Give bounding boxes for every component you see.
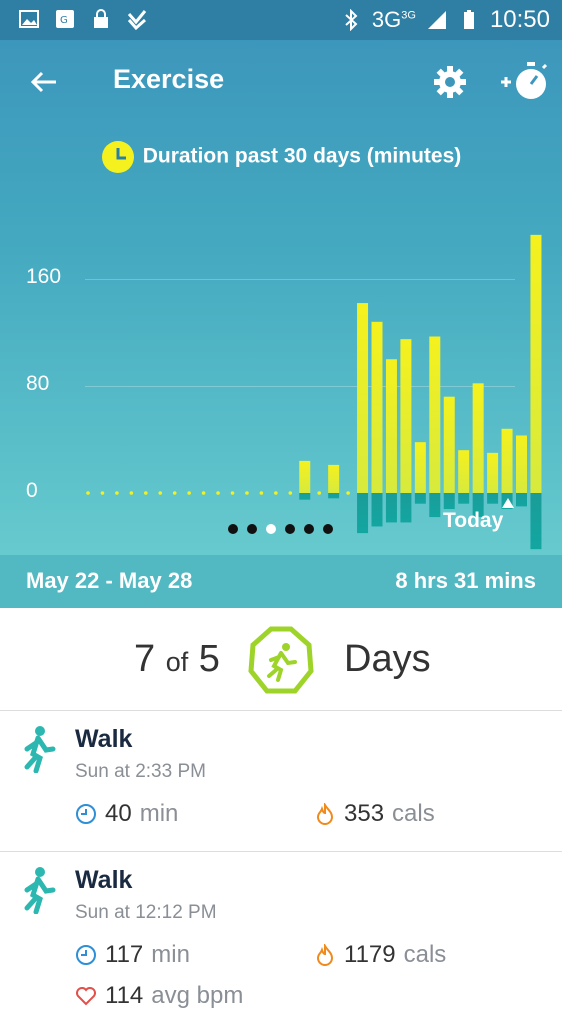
exercise-entry[interactable]: Walk Sun at 12:12 PM 117 min 1179 cals 114… <box>0 852 562 1009</box>
flame-icon <box>316 944 334 966</box>
date-range-bar: May 22 - May 28 8 hrs 31 mins <box>0 555 562 608</box>
zero-marker <box>187 491 191 495</box>
bar-duration <box>400 339 412 493</box>
bar-secondary <box>516 493 527 507</box>
exercise-time: Sun at 2:33 PM <box>75 761 206 782</box>
zero-marker <box>288 491 293 495</box>
bar-secondary <box>357 493 369 534</box>
bar-secondary <box>487 493 499 504</box>
bar-duration <box>371 321 383 493</box>
calories-metric: 1179 cals <box>314 941 446 969</box>
zero-marker <box>115 491 119 495</box>
goal-summary: 7 of 5 Days <box>0 608 562 711</box>
pager-dot[interactable] <box>266 524 276 534</box>
zero-marker <box>100 491 105 495</box>
exercise-name: Walk <box>75 725 133 753</box>
chart-pager[interactable] <box>228 524 333 534</box>
bar-secondary <box>530 493 542 550</box>
bar-duration <box>458 450 470 493</box>
bar-duration <box>429 336 441 493</box>
exercise-time: Sun at 12:12 PM <box>75 902 217 923</box>
zero-marker <box>245 491 249 495</box>
pager-dot[interactable] <box>228 524 238 534</box>
zero-marker <box>129 491 134 495</box>
total-duration: 8 hrs 31 mins <box>395 568 536 593</box>
duration-metric: 40 min <box>75 800 178 828</box>
date-range: May 22 - May 28 <box>26 568 193 593</box>
clock-icon <box>76 945 96 965</box>
heart-rate-metric: 114 avg bpm <box>75 982 243 1010</box>
flame-icon <box>316 803 334 825</box>
walk-icon <box>24 726 56 773</box>
exercise-goal-badge-icon <box>248 626 314 694</box>
zero-marker <box>86 491 90 495</box>
goal-count: 7 of 5 <box>134 638 220 680</box>
heart-icon <box>76 987 96 1006</box>
bar-secondary <box>414 493 426 504</box>
bar-secondary <box>385 493 397 523</box>
duration-metric: 117 min <box>75 941 190 969</box>
zero-marker <box>259 491 264 495</box>
walk-icon <box>24 867 56 914</box>
pager-dot[interactable] <box>285 524 295 534</box>
bar-duration <box>299 460 311 493</box>
exercise-entry[interactable]: Walk Sun at 2:33 PM 40 min 353 cals <box>0 711 562 852</box>
bar-duration <box>472 383 484 493</box>
zero-marker <box>346 491 350 495</box>
bar-duration <box>443 396 455 493</box>
bar-duration <box>516 435 527 493</box>
clock-icon <box>76 804 96 824</box>
bar-secondary <box>429 493 441 518</box>
zero-marker <box>201 491 206 495</box>
zero-marker <box>144 491 148 495</box>
bar-secondary <box>458 493 470 504</box>
x-label-today: Today <box>443 509 504 532</box>
bar-duration <box>385 359 397 493</box>
bar-secondary <box>443 493 455 510</box>
zero-marker <box>230 491 235 495</box>
zero-marker <box>216 491 220 495</box>
bar-duration <box>501 428 513 493</box>
bar-chart <box>86 234 542 550</box>
bar-secondary <box>371 493 383 527</box>
bar-duration <box>530 234 542 494</box>
zero-marker <box>274 491 278 495</box>
zero-marker <box>317 491 322 495</box>
bar-duration <box>328 464 340 493</box>
bar-secondary <box>400 493 412 523</box>
calories-metric: 353 cals <box>314 800 435 828</box>
pager-dot[interactable] <box>323 524 333 534</box>
bar-duration <box>487 452 499 493</box>
bar-secondary <box>328 493 340 499</box>
exercise-name: Walk <box>75 866 133 894</box>
pager-dot[interactable] <box>247 524 257 534</box>
bar-secondary <box>299 493 311 500</box>
bar-duration <box>414 442 426 493</box>
goal-label: Days <box>344 638 431 680</box>
zero-marker <box>158 491 163 495</box>
bar-duration <box>357 303 369 493</box>
zero-marker <box>172 491 177 495</box>
pager-dot[interactable] <box>304 524 314 534</box>
